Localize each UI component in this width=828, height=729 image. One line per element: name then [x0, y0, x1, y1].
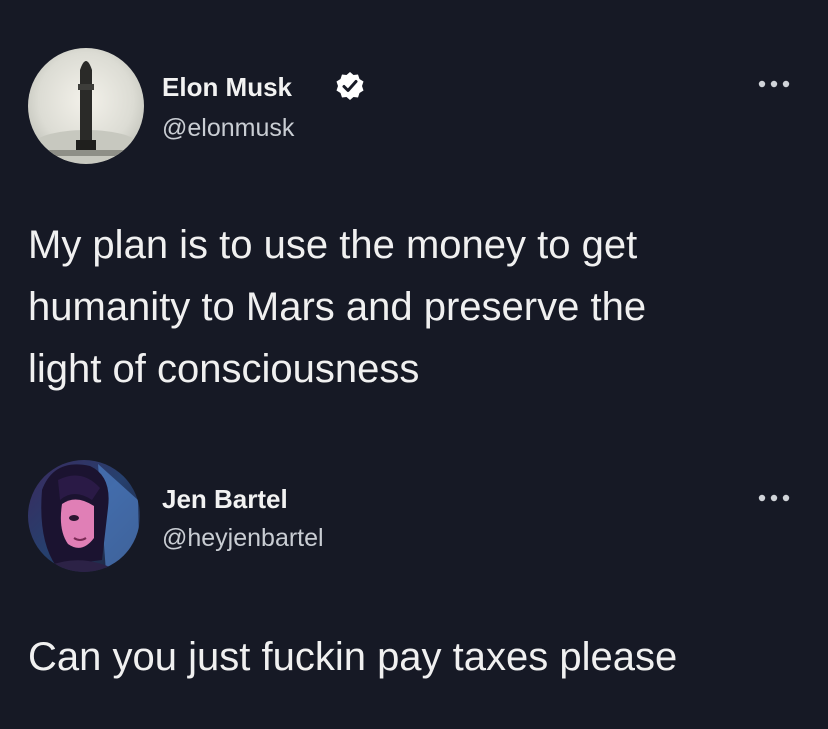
ellipsis-icon[interactable]	[754, 74, 794, 94]
avatar-elon[interactable]	[28, 48, 144, 164]
rocket-image	[32, 61, 140, 162]
tweet-text: Can you just fuckin pay taxes please	[28, 626, 677, 688]
tweet-text-line: Can you just fuckin pay taxes please	[28, 635, 678, 679]
display-name[interactable]: Elon Musk	[162, 72, 292, 103]
user-handle[interactable]: @elonmusk	[162, 114, 294, 143]
tweet-text-line: My plan is to use the money to get	[28, 223, 638, 267]
tweet-text: My plan is to use the money to get human…	[28, 214, 646, 400]
illustrated-portrait-image	[41, 464, 140, 572]
avatar-jen[interactable]	[28, 460, 140, 572]
tweet-text-line: light of consciousness	[28, 347, 420, 391]
display-name[interactable]: Jen Bartel	[162, 484, 288, 515]
user-handle[interactable]: @heyjenbartel	[162, 524, 324, 553]
verified-badge-icon	[336, 72, 364, 100]
tweet-text-line: humanity to Mars and preserve the	[28, 285, 647, 329]
ellipsis-icon[interactable]	[754, 488, 794, 508]
